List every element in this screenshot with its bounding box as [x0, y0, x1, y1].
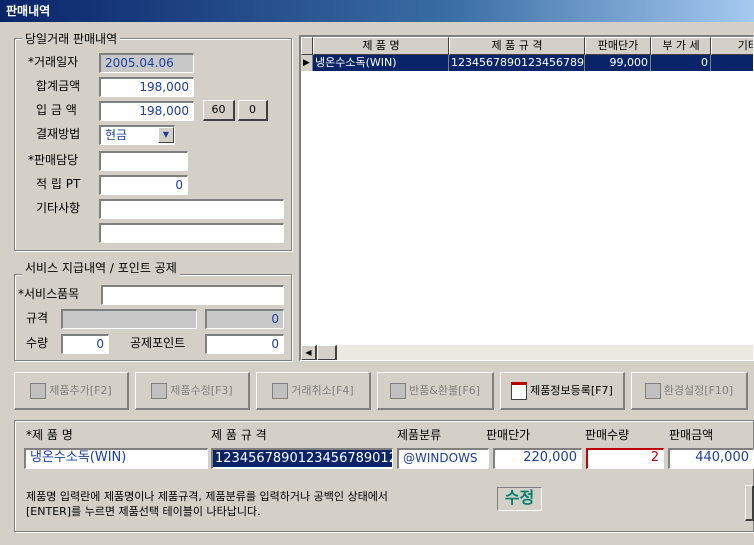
- product-spec-input[interactable]: 12345678901234567890123: [211, 448, 393, 469]
- column-header-etc[interactable]: 기타: [711, 37, 753, 55]
- refund-icon: [390, 383, 407, 399]
- points-field[interactable]: 0: [99, 175, 188, 195]
- table-row-price[interactable]: 99,000: [585, 55, 651, 71]
- help-text-line-1: 제품명 입력란에 제품명이나 제품규격, 제품분류를 입력하거나 공백인 상태에…: [26, 490, 388, 503]
- action-button[interactable]: [745, 485, 754, 521]
- edit-product-button[interactable]: 제품수정[F3]: [135, 372, 250, 410]
- entry-amount-label: 판매금액: [669, 428, 714, 442]
- table-row-etc[interactable]: [711, 55, 753, 71]
- sale-qty-input[interactable]: 2: [586, 448, 664, 469]
- service-spec-field[interactable]: [61, 309, 197, 329]
- product-spec-selected-text: 12345678901234567890123: [213, 450, 392, 467]
- disk-icon: [272, 383, 289, 399]
- table-row-indicator-header: [301, 37, 313, 55]
- entry-qty-label: 판매수량: [585, 428, 630, 442]
- register-product-button[interactable]: 제품정보등록[F7]: [500, 372, 625, 410]
- paid-label: 입 금 액: [36, 103, 77, 117]
- service-item-label: *서비스품목: [18, 287, 80, 301]
- column-header-vat[interactable]: 부 가 세: [651, 37, 711, 55]
- wrench-icon: [151, 383, 168, 399]
- column-header-spec[interactable]: 제 품 규 격: [449, 37, 585, 55]
- column-header-name[interactable]: 제 품 명: [313, 37, 449, 55]
- settings-button[interactable]: 환경설정[F10]: [631, 372, 748, 410]
- cancel-transaction-label: 거래취소[F4]: [291, 384, 354, 397]
- service-spec-label: 규격: [26, 311, 49, 325]
- scroll-thumb[interactable]: [317, 345, 337, 360]
- service-spec-number[interactable]: 0: [205, 309, 284, 329]
- etc-field-2[interactable]: [99, 223, 284, 243]
- date-field[interactable]: 2005.04.06: [99, 53, 194, 73]
- paid-60-button[interactable]: 60: [203, 100, 235, 121]
- product-category-input[interactable]: @WINDOWS: [397, 448, 489, 469]
- entry-price-label: 판매단가: [486, 428, 531, 442]
- service-qty-field[interactable]: 0: [61, 334, 109, 354]
- deduct-points-label: 공제포인트: [130, 336, 186, 350]
- sale-amount-input[interactable]: 440,000: [668, 448, 754, 469]
- scroll-left-icon[interactable]: ◀: [301, 345, 317, 360]
- settings-label: 환경설정[F10]: [663, 384, 734, 397]
- etc-label: 기타사항: [36, 201, 81, 215]
- sales-table[interactable]: 제 품 명 제 품 규 격 판매단가 부 가 세 기타 ▶ 냉온수소독(WIN)…: [299, 35, 754, 361]
- service-item-field[interactable]: [101, 285, 284, 305]
- edit-mode-indicator: 수정: [497, 487, 542, 511]
- date-label: *거래일자: [28, 55, 79, 69]
- sale-price-input[interactable]: 220,000: [493, 448, 582, 469]
- register-product-label: 제품정보등록[F7]: [530, 384, 613, 397]
- refund-button[interactable]: 반품&환불[F6]: [377, 372, 494, 410]
- staff-field[interactable]: [99, 151, 188, 171]
- table-row-spec[interactable]: 12345678901234567890123: [449, 55, 585, 71]
- staff-label: *판매담당: [28, 153, 79, 167]
- edit-product-label: 제품수정[F3]: [170, 384, 233, 397]
- table-row-vat[interactable]: 0: [651, 55, 711, 71]
- service-qty-label: 수량: [26, 336, 49, 350]
- service-legend: 서비스 지급내역 / 포인트 공제: [22, 259, 180, 276]
- horizontal-scrollbar[interactable]: ◀: [301, 345, 753, 360]
- add-product-label: 제품추가[F2]: [49, 384, 112, 397]
- add-product-button[interactable]: 제품추가[F2]: [14, 372, 129, 410]
- document-icon: [511, 382, 528, 400]
- add-icon: [30, 383, 47, 399]
- cancel-transaction-button[interactable]: 거래취소[F4]: [256, 372, 371, 410]
- chevron-down-icon[interactable]: ▼: [158, 127, 174, 143]
- paid-0-button[interactable]: 0: [238, 100, 268, 121]
- payment-select[interactable]: 현금 ▼: [99, 125, 175, 145]
- paid-field[interactable]: 198,000: [99, 101, 194, 121]
- product-name-input[interactable]: 냉온수소독(WIN): [24, 448, 208, 469]
- entry-spec-label: 제 품 규 격: [211, 428, 267, 442]
- wrench-icon: [644, 383, 661, 399]
- today-sales-legend: 당일거래 판매내역: [22, 30, 121, 47]
- help-text-line-2: [ENTER]를 누르면 제품선택 테이블이 나타납니다.: [26, 505, 261, 518]
- total-field[interactable]: 198,000: [99, 77, 194, 97]
- entry-name-label: *제 품 명: [26, 428, 73, 442]
- refund-label: 반품&환불[F6]: [409, 384, 480, 397]
- etc-field-1[interactable]: [99, 199, 284, 219]
- payment-label: 결재방법: [36, 127, 81, 141]
- deduct-points-field[interactable]: 0: [205, 334, 284, 354]
- table-row-name[interactable]: 냉온수소독(WIN): [313, 55, 449, 71]
- entry-category-label: 제품분류: [397, 428, 442, 442]
- points-label: 적 립 PT: [36, 177, 81, 191]
- window-title: 판매내역: [0, 0, 754, 22]
- payment-select-value: 현금: [105, 128, 128, 142]
- row-pointer-icon: ▶: [301, 55, 313, 71]
- total-label: 합계금액: [36, 79, 81, 93]
- column-header-price[interactable]: 판매단가: [585, 37, 651, 55]
